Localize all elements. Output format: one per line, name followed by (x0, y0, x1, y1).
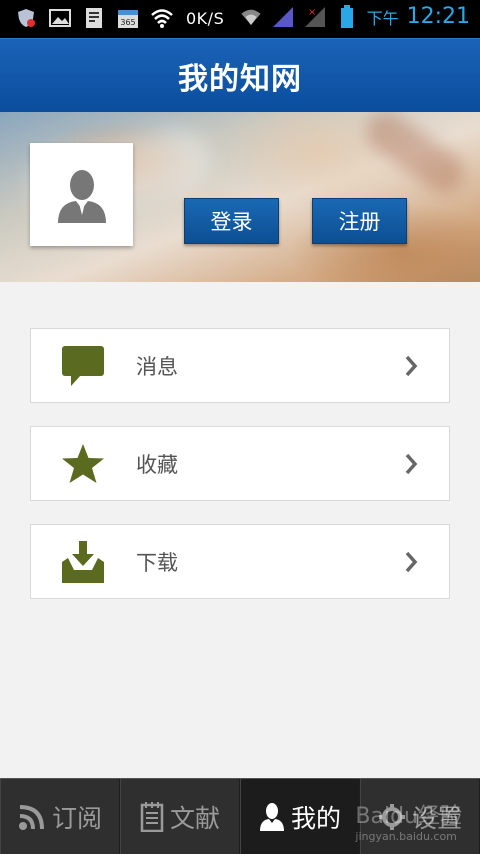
star-icon (59, 440, 107, 488)
tab-label: 设置 (411, 803, 462, 833)
tab-settings[interactable]: 设置 (360, 779, 480, 854)
network-speed: 0K/S (186, 9, 225, 28)
chevron-right-icon (401, 354, 421, 378)
chevron-right-icon (401, 452, 421, 476)
status-icons-left: 365 (14, 6, 174, 30)
gear-icon (378, 803, 405, 830)
calendar-365-icon: 365 (116, 6, 140, 30)
user-avatar-icon (57, 169, 106, 223)
download-tray-icon (59, 538, 107, 586)
status-icons-right: × 下午 12:21 (239, 4, 470, 29)
svg-text:365: 365 (120, 18, 135, 27)
avatar[interactable] (30, 143, 133, 246)
login-button[interactable]: 登录 (184, 198, 279, 244)
menu-item-messages[interactable]: 消息 (30, 328, 450, 403)
status-time-label: 下午 (366, 8, 399, 28)
title-bar: 我的知网 (0, 38, 480, 112)
shield-icon (14, 6, 38, 30)
cellular-signal-icon (271, 5, 295, 29)
user-icon (259, 802, 284, 831)
wifi-signal-icon (239, 5, 263, 29)
status-time: 12:21 (406, 4, 470, 29)
status-bar: 365 0K/S × 下午 12:21 (0, 0, 480, 38)
document-icon (82, 6, 106, 30)
chevron-right-icon (401, 550, 421, 574)
notebook-icon (140, 801, 164, 832)
menu-item-downloads[interactable]: 下载 (30, 524, 450, 599)
wifi-icon (150, 6, 174, 30)
tab-subscriptions[interactable]: 订阅 (0, 779, 120, 854)
tab-label: 订阅 (51, 803, 102, 833)
banner-background-decoration (358, 112, 472, 200)
tab-label: 文献 (169, 803, 220, 833)
bottom-tab-bar: 订阅 文献 我的 设置 (0, 778, 480, 854)
svg-text:×: × (308, 7, 316, 18)
tab-literature[interactable]: 文献 (120, 779, 240, 854)
image-icon (48, 6, 72, 30)
no-signal-icon: × (303, 5, 327, 29)
tab-mine[interactable]: 我的 (240, 779, 360, 854)
register-button[interactable]: 注册 (312, 198, 407, 244)
menu-item-label: 下载 (136, 550, 178, 575)
rss-icon (18, 804, 44, 830)
menu-item-label: 收藏 (136, 452, 178, 477)
page-title: 我的知网 (178, 61, 302, 97)
profile-header: 登录 注册 (0, 112, 480, 282)
menu-item-favorites[interactable]: 收藏 (30, 426, 450, 501)
battery-icon (335, 4, 359, 29)
tab-label: 我的 (290, 803, 341, 833)
menu-item-label: 消息 (136, 354, 178, 379)
message-bubble-icon (59, 342, 107, 390)
